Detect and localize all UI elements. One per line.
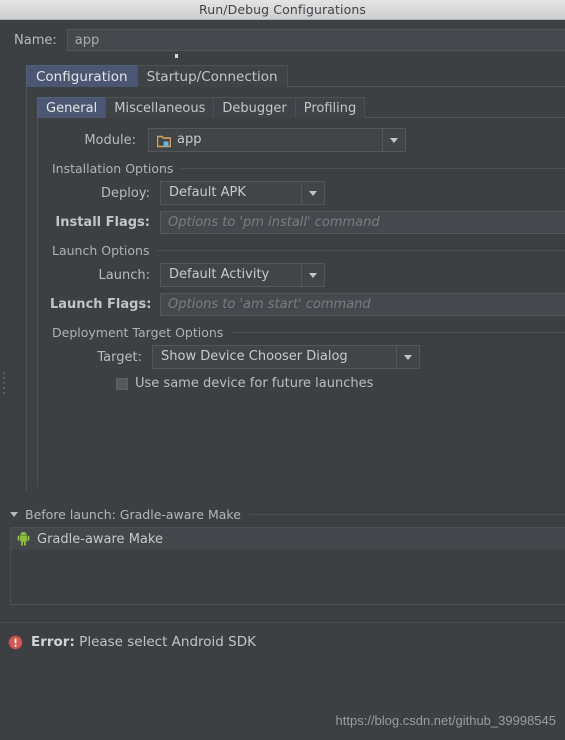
deploy-combobox-value: Default APK [169, 185, 246, 200]
tab-configuration-label: Configuration [36, 69, 128, 85]
list-item-label: Gradle-aware Make [37, 531, 163, 547]
chevron-down-icon [404, 354, 412, 360]
use-same-device-checkbox[interactable] [116, 377, 128, 390]
deployment-target-options-group-header: Deployment Target Options [38, 325, 565, 340]
general-tab-panel: Module: app Installation Options Deploy:… [37, 117, 565, 487]
target-combobox[interactable]: Show Device Chooser Dialog [152, 345, 420, 369]
deploy-row: Deploy: Default APK [38, 181, 565, 205]
install-flags-placeholder: Options to 'pm install' command [168, 215, 380, 230]
group-divider [248, 514, 565, 515]
target-combobox-value: Show Device Chooser Dialog [161, 349, 348, 364]
tab-profiling[interactable]: Profiling [294, 97, 366, 118]
module-combobox-value-wrap: app [149, 129, 382, 151]
installation-options-title: Installation Options [52, 161, 174, 176]
tab-debugger[interactable]: Debugger [213, 97, 296, 118]
tab-debugger-label: Debugger [222, 101, 287, 116]
deploy-label: Deploy: [101, 185, 150, 201]
window-title: Run/Debug Configurations [199, 2, 366, 17]
list-item[interactable]: Gradle-aware Make [11, 528, 565, 550]
name-label: Name: [14, 32, 57, 48]
launch-flags-row: Launch Flags: Options to 'am start' comm… [38, 293, 565, 316]
install-flags-row: Install Flags: Options to 'pm install' c… [38, 211, 565, 234]
module-label: Module: [84, 132, 136, 148]
launch-row: Launch: Default Activity [38, 263, 565, 287]
chevron-down-icon [390, 137, 398, 143]
launch-options-group-header: Launch Options [38, 243, 565, 258]
before-launch-task-list[interactable]: Gradle-aware Make [10, 527, 565, 605]
window-titlebar: Run/Debug Configurations [0, 0, 565, 20]
use-same-device-row[interactable]: Use same device for future launches [38, 376, 565, 391]
deployment-target-options-title: Deployment Target Options [52, 325, 224, 340]
module-combobox-arrow[interactable] [382, 129, 405, 151]
module-combobox[interactable]: app [148, 128, 406, 152]
launch-flags-input[interactable]: Options to 'am start' command [160, 293, 565, 316]
chevron-down-icon[interactable] [10, 512, 18, 517]
module-combobox-value: app [177, 132, 202, 147]
text-caret-artifact [175, 54, 178, 58]
chevron-down-icon [309, 190, 317, 196]
target-combobox-arrow[interactable] [396, 346, 419, 368]
configuration-panel: General Miscellaneous Debugger Profiling… [26, 86, 565, 491]
group-divider [181, 168, 565, 169]
launch-combobox-value: Default Activity [169, 267, 270, 282]
outer-tab-bar: Configuration Startup/Connection [0, 61, 565, 87]
status-bar: Error: Please select Android SDK [0, 623, 565, 650]
group-divider [231, 332, 565, 333]
chevron-down-icon [309, 272, 317, 278]
launch-flags-label: Launch Flags: [50, 297, 152, 312]
status-prefix: Error: [31, 634, 75, 650]
before-launch-title: Before launch: Gradle-aware Make [25, 507, 241, 522]
error-icon [8, 635, 23, 650]
tab-profiling-label: Profiling [303, 101, 357, 116]
tab-configuration[interactable]: Configuration [26, 65, 138, 87]
install-flags-label: Install Flags: [55, 215, 150, 230]
module-row: Module: app [38, 128, 565, 152]
tab-general-label: General [46, 101, 98, 116]
panel-splitter-handle[interactable] [3, 372, 7, 398]
status-message: Error: Please select Android SDK [31, 634, 256, 650]
use-same-device-label: Use same device for future launches [135, 376, 374, 391]
launch-flags-placeholder: Options to 'am start' command [168, 297, 371, 312]
tab-startup-connection-label: Startup/Connection [146, 69, 278, 85]
group-divider [157, 250, 565, 251]
module-folder-icon [156, 134, 172, 147]
tab-miscellaneous-label: Miscellaneous [114, 101, 206, 116]
target-row: Target: Show Device Chooser Dialog [38, 345, 565, 369]
launch-combobox-arrow[interactable] [301, 264, 324, 286]
launch-options-title: Launch Options [52, 243, 150, 258]
before-launch-header[interactable]: Before launch: Gradle-aware Make [0, 507, 565, 522]
watermark: https://blog.csdn.net/github_39998545 [335, 713, 556, 728]
tab-general[interactable]: General [37, 97, 107, 118]
installation-options-group-header: Installation Options [38, 161, 565, 176]
tab-startup-connection[interactable]: Startup/Connection [136, 65, 288, 87]
configuration-name-row: Name: [0, 20, 565, 58]
install-flags-input[interactable]: Options to 'pm install' command [160, 211, 565, 234]
deploy-combobox-arrow[interactable] [301, 182, 324, 204]
deploy-combobox[interactable]: Default APK [160, 181, 325, 205]
launch-combobox[interactable]: Default Activity [160, 263, 325, 287]
tab-miscellaneous[interactable]: Miscellaneous [105, 97, 215, 118]
android-icon [17, 531, 30, 546]
launch-label: Launch: [98, 267, 150, 283]
target-label: Target: [97, 349, 142, 365]
status-detail: Please select Android SDK [79, 634, 256, 650]
run-debug-configurations-dialog: Name: Configuration Startup/Connection G… [0, 20, 565, 740]
configuration-name-input[interactable] [66, 29, 565, 51]
inner-tab-bar: General Miscellaneous Debugger Profiling [27, 94, 565, 118]
